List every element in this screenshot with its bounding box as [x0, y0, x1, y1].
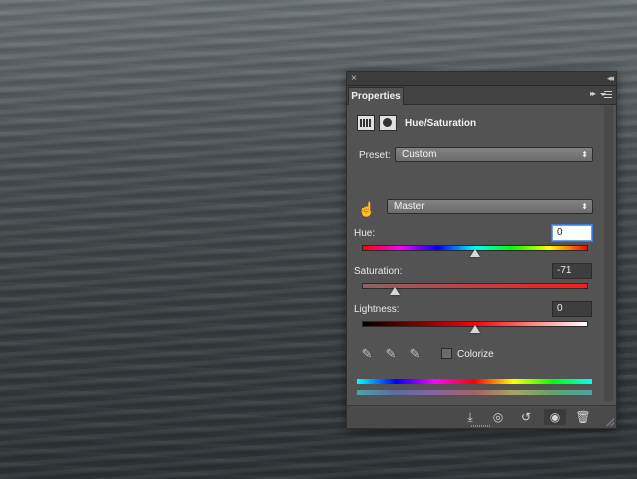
saturation-slider-thumb[interactable] [390, 287, 401, 295]
resize-corner[interactable] [606, 418, 614, 426]
visibility-eye-icon[interactable]: ◉ [544, 409, 566, 425]
resize-grip[interactable] [471, 425, 491, 427]
input-color-spectrum [357, 379, 592, 384]
properties-panel: × ◂◂ Properties ▸▸ Hue/Saturation Preset… [346, 71, 617, 429]
hue-label: Hue: [354, 228, 376, 239]
panel-content: Hue/Saturation Preset: Custom ⬍ ☝ Master… [347, 105, 616, 410]
dropdown-arrows-icon: ⬍ [581, 202, 588, 211]
trash-icon[interactable]: 🗑 [572, 409, 594, 425]
saturation-label: Saturation: [354, 266, 403, 277]
eyedropper-plus-icon[interactable]: ✎ [383, 346, 399, 362]
hue-value-field[interactable]: 0 [552, 225, 592, 241]
tab-forward-icon[interactable]: ▸▸ [590, 89, 596, 98]
eyedropper-minus-icon[interactable]: ✎ [407, 346, 423, 362]
preset-label: Preset: [359, 150, 391, 161]
channel-value: Master [394, 201, 425, 212]
colorize-checkbox[interactable] [441, 348, 452, 359]
dropdown-arrows-icon: ⬍ [581, 150, 588, 159]
preset-value: Custom [402, 149, 437, 160]
colorize-label: Colorize [457, 349, 494, 360]
output-color-spectrum [357, 390, 592, 395]
clip-to-layer-icon[interactable]: ⤓ [459, 409, 481, 425]
lightness-value-field[interactable]: 0 [552, 301, 592, 317]
mask-icon[interactable] [379, 115, 397, 131]
hand-icon[interactable]: ☝ [358, 201, 376, 217]
saturation-value-field[interactable]: -71 [552, 263, 592, 279]
eyedropper-icon[interactable]: ✎ [359, 346, 375, 362]
preset-dropdown[interactable]: Custom ⬍ [395, 147, 593, 162]
panel-footer: ⤓ ◎ ↺ ◉ 🗑 [347, 405, 616, 428]
lightness-slider-thumb[interactable] [470, 325, 480, 333]
close-icon[interactable]: × [351, 72, 357, 85]
panel-titlebar: × ◂◂ [347, 72, 616, 86]
view-previous-icon[interactable]: ◎ [487, 409, 509, 425]
panel-scrollbar[interactable] [604, 105, 613, 401]
channel-dropdown[interactable]: Master ⬍ [387, 199, 593, 214]
adjustment-title: Hue/Saturation [405, 118, 477, 129]
hue-slider-thumb[interactable] [470, 249, 480, 257]
panel-tab-row: Properties ▸▸ [347, 86, 616, 105]
collapse-icon[interactable]: ◂◂ [607, 72, 614, 85]
hue-saturation-icon[interactable] [357, 115, 375, 131]
panel-menu-icon[interactable] [600, 89, 612, 99]
lightness-label: Lightness: [354, 304, 400, 315]
reset-icon[interactable]: ↺ [515, 409, 537, 425]
tab-properties[interactable]: Properties [348, 87, 404, 105]
adjustment-header: Hue/Saturation [357, 115, 597, 133]
